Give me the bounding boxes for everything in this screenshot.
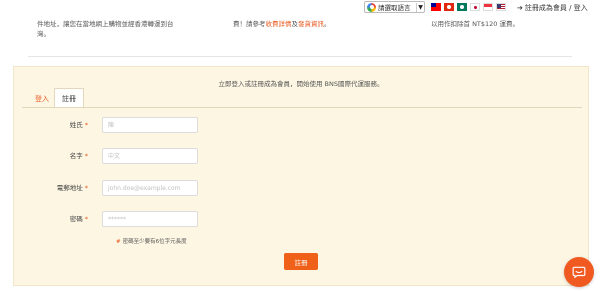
password-hint: # 密碼至少要有6位字元長度: [116, 237, 187, 245]
field-row-given-name: 名字 *: [14, 148, 588, 164]
password-input[interactable]: [102, 211, 198, 227]
field-row-surname: 姓氏 *: [14, 117, 588, 133]
sign-in-icon: ➔: [517, 4, 523, 12]
surname-label: 姓氏 *: [69, 121, 88, 129]
field-row-password: 密碼 *: [14, 211, 588, 227]
password-label: 密碼 *: [69, 215, 88, 223]
google-translate-selector[interactable]: 請選取語言 ▼: [364, 1, 425, 13]
info-col1-line2: 灣。: [37, 30, 50, 38]
hong-kong-flag-icon[interactable]: [444, 3, 454, 11]
taiwan-flag-icon[interactable]: [431, 3, 441, 11]
info-col3-line1: 以用作扣除首 NT$120 運費。: [431, 20, 520, 28]
chat-widget-button[interactable]: [564, 257, 594, 287]
given-name-input[interactable]: [102, 148, 198, 164]
hint-bullet: #: [116, 239, 121, 245]
register-login-link[interactable]: ➔ 註冊成為會員 / 登入: [517, 3, 588, 13]
chat-icon: [572, 266, 586, 279]
tab-register[interactable]: 註冊: [54, 88, 84, 108]
shipping-info-link[interactable]: 發貨資訊: [298, 20, 324, 28]
register-login-text: 註冊成為會員 / 登入: [524, 4, 588, 12]
japan-flag-icon[interactable]: [470, 3, 480, 11]
macau-flag-icon[interactable]: [457, 3, 467, 11]
info-column-3: 以用作扣除首 NT$120 運費。: [431, 19, 519, 29]
panel-message: 立即登入或註冊成為會員，開始使用 BNS國際代運服務。: [218, 80, 384, 88]
field-row-email: 電郵地址 *: [14, 180, 588, 196]
hint-text: 密碼至少要有6位字元長度: [122, 239, 187, 245]
google-icon: [367, 2, 376, 12]
language-flags: [431, 3, 506, 11]
translate-label: 請選取語言: [378, 4, 411, 12]
top-bar: 請選取語言 ▼ ➔ 註冊成為會員 / 登入: [0, 0, 600, 15]
info-column-1: 件地址，讓您在當地網上購物並經香港轉運到台 灣。: [37, 19, 197, 39]
email-input[interactable]: [102, 180, 198, 196]
info-col1-line1: 件地址，讓您在當地網上購物並經香港轉運到台: [37, 20, 174, 28]
tab-divider: [22, 107, 582, 108]
surname-input[interactable]: [102, 117, 198, 133]
fee-details-link[interactable]: 收費詳情: [266, 20, 292, 28]
caret-down-icon: ▼: [418, 3, 423, 11]
register-button[interactable]: 註冊: [284, 253, 318, 270]
divider: [28, 56, 572, 57]
us-flag-icon[interactable]: [496, 3, 506, 11]
given-name-label: 名字 *: [69, 152, 88, 160]
auth-panel: 立即登入或註冊成為會員，開始使用 BNS國際代運服務。 登入 註冊 姓氏* 名字…: [13, 66, 589, 286]
tab-login[interactable]: 登入: [28, 89, 56, 109]
email-label: 電郵地址 *: [56, 184, 88, 192]
singapore-flag-icon[interactable]: [483, 3, 493, 11]
info-column-2: 費！請參考收費詳情及發貨資訊。: [233, 20, 331, 28]
